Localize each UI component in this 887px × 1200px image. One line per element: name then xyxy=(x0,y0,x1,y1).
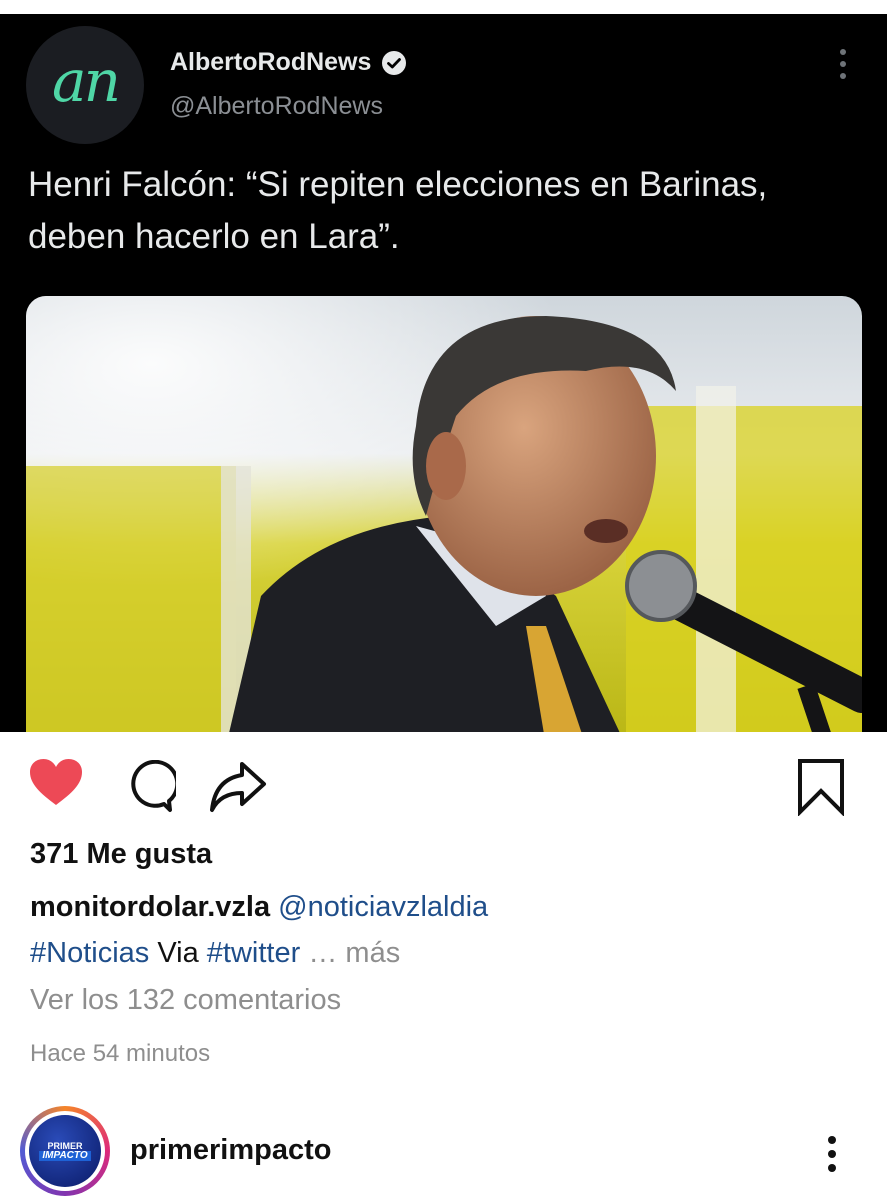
story-ring[interactable]: PRIMER IMPACTO xyxy=(20,1106,110,1196)
post-caption: monitordolar.vzla @noticiavzlaldia #Noti… xyxy=(30,884,860,976)
tweet-display-name-text: AlbertoRodNews xyxy=(170,48,372,76)
view-comments-link[interactable]: Ver los 132 comentarios xyxy=(30,984,341,1017)
more-vertical-icon xyxy=(840,49,846,79)
tweet-photo xyxy=(26,296,862,732)
caption-mention[interactable]: @noticiavzlaldia xyxy=(278,891,488,923)
post-timestamp: Hace 54 minutos xyxy=(30,1040,211,1067)
caption-text: Via xyxy=(157,937,199,969)
caption-ellipsis: … xyxy=(308,937,338,969)
tweet-handle: @AlbertoRodNews xyxy=(170,92,383,120)
verified-badge-icon xyxy=(382,50,407,75)
primer-impacto-logo: PRIMER IMPACTO xyxy=(29,1115,101,1187)
caption-username[interactable]: monitordolar.vzla xyxy=(30,891,270,923)
caption-hashtag[interactable]: #Noticias xyxy=(30,937,149,969)
share-icon[interactable] xyxy=(208,758,268,814)
tweet-text: Henri Falcón: “Si repiten elecciones en … xyxy=(28,165,768,256)
bookmark-icon[interactable] xyxy=(796,758,846,816)
post-action-bar xyxy=(0,752,887,822)
likes-count[interactable]: 371 Me gusta xyxy=(30,838,212,871)
comment-icon[interactable] xyxy=(120,760,176,816)
tweet-screenshot: an AlbertoRodNews @AlbertoRodNews Henri … xyxy=(0,14,887,732)
heart-icon[interactable] xyxy=(28,758,84,808)
caption-hashtag[interactable]: #twitter xyxy=(207,937,300,969)
more-vertical-icon[interactable] xyxy=(822,1134,842,1174)
tweet-avatar: an xyxy=(26,26,144,144)
tweet-display-name: AlbertoRodNews xyxy=(170,48,407,77)
next-post-header: PRIMER IMPACTO primerimpacto xyxy=(0,1100,887,1200)
logo-line-2: IMPACTO xyxy=(39,1151,91,1161)
tweet-avatar-logo: an xyxy=(52,47,121,115)
next-post-username[interactable]: primerimpacto xyxy=(130,1134,331,1167)
caption-more-link[interactable]: más xyxy=(345,937,400,969)
avatar: PRIMER IMPACTO xyxy=(25,1111,105,1191)
